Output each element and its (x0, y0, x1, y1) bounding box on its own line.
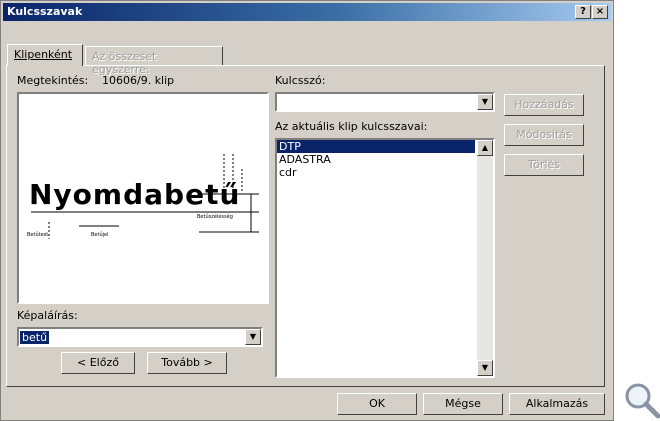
keyword-combo[interactable]: ▼ (275, 92, 495, 112)
modify-keyword-button[interactable]: Módosítás (504, 124, 584, 146)
close-button[interactable]: × (592, 5, 608, 19)
tab-per-clip[interactable]: Klipenként (7, 44, 83, 66)
delete-keyword-button[interactable]: Törlés (504, 154, 584, 176)
preview-clip-info: 10606/9. klip (102, 74, 175, 87)
caption-label: Képaláírás: (17, 309, 78, 322)
keyword-dropdown-arrow[interactable]: ▼ (477, 94, 493, 110)
scroll-up-icon[interactable]: ▲ (477, 140, 493, 156)
scroll-down-icon[interactable]: ▼ (477, 360, 493, 376)
cancel-button[interactable]: Mégse (423, 393, 503, 415)
help-button[interactable]: ? (575, 5, 591, 19)
title-bar[interactable]: Kulcsszavak ? × (3, 3, 611, 21)
keyword-label: Kulcsszó: (275, 74, 326, 87)
keywords-listbox[interactable]: DTP ADASTRA cdr ▲ ▼ (275, 138, 495, 378)
list-item[interactable]: DTP (277, 140, 475, 153)
caption-dropdown-arrow[interactable]: ▼ (245, 329, 261, 345)
keywords-scrollbar[interactable]: ▲ ▼ (477, 140, 493, 376)
list-item[interactable]: ADASTRA (277, 153, 475, 166)
tab-per-clip-label: Klipenként (14, 48, 73, 61)
preview-word: Nyomdabetű (29, 178, 241, 211)
preview-label: Megtekintés: (17, 74, 89, 87)
keywords-dialog: Kulcsszavak ? × Klipenként Az összeset e… (0, 0, 614, 421)
keywords-list-label: Az aktuális klip kulcsszavai: (275, 120, 428, 133)
preview-caption-right: Betűszélesség (197, 214, 233, 220)
tab-panel: Megtekintés: 10606/9. klip Nyomdabetű Be… (6, 65, 605, 387)
caption-value: betű (20, 331, 50, 344)
caption-combo[interactable]: betű ▼ (17, 327, 263, 347)
add-keyword-button[interactable]: Hozzáadás (504, 94, 584, 116)
preview-box: Nyomdabetű Betűtest Betűjel Betűszélessé… (17, 92, 269, 304)
tab-all-at-once[interactable]: Az összeset egyszerre: (85, 46, 223, 76)
window-title: Kulcsszavak (7, 5, 83, 18)
next-button[interactable]: Tovább > (147, 352, 227, 374)
magnifier-icon[interactable] (622, 380, 660, 420)
preview-caption-mid: Betűjel (91, 232, 109, 238)
ok-button[interactable]: OK (337, 393, 417, 415)
apply-button[interactable]: Alkalmazás (509, 393, 605, 415)
prev-button[interactable]: < Előző (61, 352, 135, 374)
list-item[interactable]: cdr (277, 166, 475, 179)
preview-caption-left: Betűtest (27, 232, 49, 238)
